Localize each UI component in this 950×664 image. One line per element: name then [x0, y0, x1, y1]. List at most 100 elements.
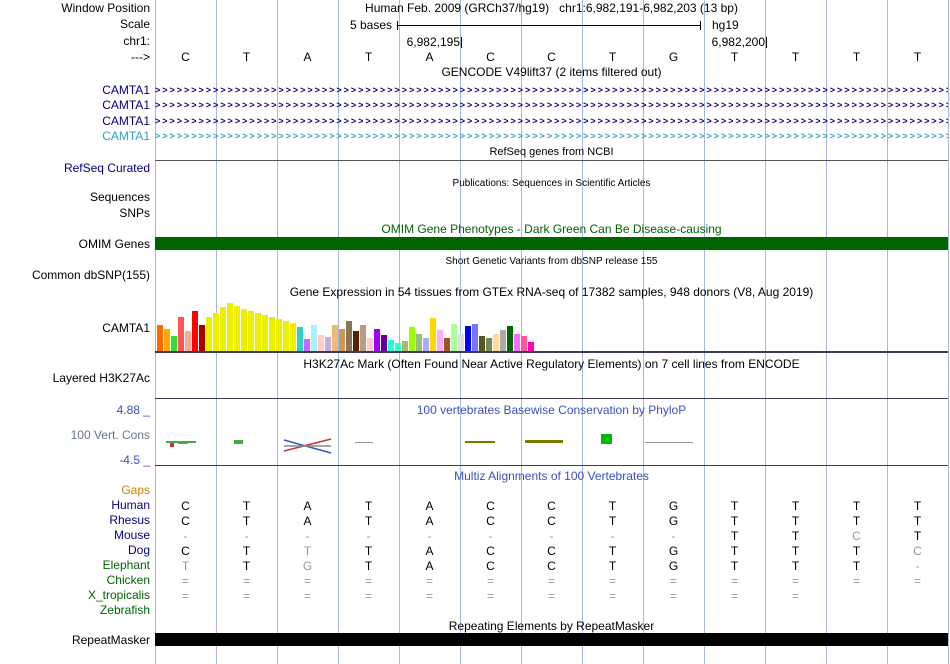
multiz-species-label[interactable]: Dog: [0, 544, 150, 557]
gtex-expression-bar[interactable]: [458, 334, 464, 351]
gtex-expression-bar[interactable]: [451, 324, 457, 351]
repeatmasker-label[interactable]: RepeatMasker: [0, 634, 150, 647]
gencode-transcript-label[interactable]: CAMTA1: [0, 130, 150, 143]
gtex-expression-bar[interactable]: [199, 325, 205, 351]
gtex-expression-bar[interactable]: [178, 317, 184, 351]
multiz-species-label[interactable]: Human: [0, 499, 150, 512]
alignment-base: T: [852, 514, 861, 528]
gtex-expression-bar[interactable]: [493, 334, 499, 351]
gtex-expression-bar[interactable]: [255, 313, 261, 351]
gtex-expression-bar[interactable]: [472, 324, 478, 351]
gtex-expression-bar[interactable]: [206, 317, 212, 351]
assembly-short: hg19: [712, 18, 739, 32]
gtex-expression-bar[interactable]: [367, 338, 373, 351]
gencode-transcript-label[interactable]: CAMTA1: [0, 84, 150, 97]
refseq-curated-label[interactable]: RefSeq Curated: [0, 162, 150, 175]
gtex-expression-bar[interactable]: [220, 307, 226, 351]
multiz-alignment-row[interactable]: [155, 484, 948, 499]
repeatmasker-item[interactable]: [155, 633, 948, 646]
multiz-alignment-row[interactable]: CTATACCTGTTTT: [155, 499, 948, 514]
gencode-transcript-arrows[interactable]: >>>>>>>>>>>>>>>>>>>>>>>>>>>>>>>>>>>>>>>>…: [155, 84, 948, 97]
gtex-expression-bar[interactable]: [332, 325, 338, 351]
gtex-expression-bar[interactable]: [437, 330, 443, 351]
gtex-expression-chart[interactable]: [157, 303, 534, 351]
gtex-expression-bar[interactable]: [402, 341, 408, 351]
refseq-dense-item[interactable]: [155, 160, 948, 161]
gtex-expression-bar[interactable]: [528, 342, 534, 351]
gtex-expression-bar[interactable]: [465, 326, 471, 351]
gtex-expression-bar[interactable]: [290, 323, 296, 351]
gtex-expression-bar[interactable]: [507, 326, 513, 351]
strand-label[interactable]: --->: [0, 51, 150, 64]
gtex-gene-label[interactable]: CAMTA1: [0, 322, 150, 335]
gtex-expression-bar[interactable]: [479, 336, 485, 351]
multiz-alignment-row[interactable]: CTTTACCTGTTTC: [155, 544, 948, 559]
gtex-expression-bar[interactable]: [339, 329, 345, 351]
gtex-expression-bar[interactable]: [416, 334, 422, 351]
gtex-expression-bar[interactable]: [444, 338, 450, 351]
multiz-species-label[interactable]: Zebrafish: [0, 604, 150, 617]
gtex-expression-bar[interactable]: [500, 330, 506, 351]
gtex-expression-bar[interactable]: [297, 327, 303, 351]
gtex-expression-bar[interactable]: [381, 335, 387, 351]
publications-sequences-label[interactable]: Sequences: [0, 191, 150, 204]
gtex-expression-bar[interactable]: [269, 317, 275, 351]
gtex-expression-bar[interactable]: [276, 319, 282, 351]
publications-snps-label[interactable]: SNPs: [0, 207, 150, 220]
multiz-alignment-row[interactable]: CTATACCTGTTTT: [155, 514, 948, 529]
gtex-expression-bar[interactable]: [185, 331, 191, 351]
gtex-expression-bar[interactable]: [346, 321, 352, 351]
gtex-expression-bar[interactable]: [374, 329, 380, 351]
multiz-species-label[interactable]: Gaps: [0, 484, 150, 497]
gtex-expression-bar[interactable]: [395, 343, 401, 351]
gtex-expression-bar[interactable]: [192, 311, 198, 351]
gtex-expression-bar[interactable]: [325, 337, 331, 351]
gtex-expression-bar[interactable]: [248, 311, 254, 351]
gtex-expression-bar[interactable]: [311, 325, 317, 351]
gtex-expression-bar[interactable]: [213, 313, 219, 351]
gtex-expression-bar[interactable]: [234, 306, 240, 351]
gtex-expression-bar[interactable]: [430, 318, 436, 351]
gtex-expression-bar[interactable]: [164, 329, 170, 351]
gencode-transcript-label[interactable]: CAMTA1: [0, 99, 150, 112]
gtex-expression-bar[interactable]: [262, 315, 268, 351]
multiz-alignment-row[interactable]: = = = = = = = = = = = = =: [155, 574, 948, 589]
gtex-expression-bar[interactable]: [514, 334, 520, 351]
multiz-species-label[interactable]: X_tropicalis: [0, 589, 150, 602]
gtex-expression-bar[interactable]: [241, 309, 247, 351]
gtex-expression-bar[interactable]: [157, 325, 163, 351]
gtex-expression-bar[interactable]: [486, 338, 492, 351]
conservation-mark: [283, 439, 332, 454]
gtex-expression-bar[interactable]: [227, 303, 233, 351]
gtex-expression-bar[interactable]: [521, 336, 527, 351]
h3k27ac-label[interactable]: Layered H3K27Ac: [0, 372, 150, 385]
gtex-expression-bar[interactable]: [423, 338, 429, 351]
gtex-expression-bar[interactable]: [304, 339, 310, 351]
gtex-expression-bar[interactable]: [353, 331, 359, 351]
multiz-alignment-row[interactable]: = = = = = = = = = = =: [155, 589, 948, 604]
multiz-species-label[interactable]: Chicken: [0, 574, 150, 587]
conservation-mark: [355, 442, 373, 443]
gencode-transcript-arrows[interactable]: >>>>>>>>>>>>>>>>>>>>>>>>>>>>>>>>>>>>>>>>…: [155, 115, 948, 128]
gtex-expression-bar[interactable]: [360, 325, 366, 351]
multiz-species-label[interactable]: Mouse: [0, 529, 150, 542]
gtex-expression-bar[interactable]: [388, 340, 394, 351]
gtex-expression-bar[interactable]: [409, 327, 415, 351]
conservation-track-label[interactable]: 100 Vert. Cons: [0, 429, 150, 442]
gencode-transcript-arrows[interactable]: >>>>>>>>>>>>>>>>>>>>>>>>>>>>>>>>>>>>>>>>…: [155, 130, 948, 143]
gencode-transcript-arrows[interactable]: >>>>>>>>>>>>>>>>>>>>>>>>>>>>>>>>>>>>>>>>…: [155, 99, 948, 112]
gtex-expression-bar[interactable]: [283, 321, 289, 351]
omim-gene-item[interactable]: [155, 237, 948, 250]
refseq-track-title: RefSeq genes from NCBI: [489, 146, 614, 158]
gtex-expression-bar[interactable]: [171, 336, 177, 351]
multiz-alignment-row[interactable]: ---------TTCT: [155, 529, 948, 544]
multiz-species-label[interactable]: Rhesus: [0, 514, 150, 527]
multiz-alignment-row[interactable]: TTGTACCTGTTT-: [155, 559, 948, 574]
omim-genes-label[interactable]: OMIM Genes: [0, 238, 150, 251]
multiz-alignment-row[interactable]: [155, 604, 948, 619]
gencode-transcript-label[interactable]: CAMTA1: [0, 115, 150, 128]
dbsnp-label[interactable]: Common dbSNP(155): [0, 269, 150, 282]
multiz-species-label[interactable]: Elephant: [0, 559, 150, 572]
gtex-expression-bar[interactable]: [318, 335, 324, 351]
alignment-base: C: [486, 559, 495, 573]
